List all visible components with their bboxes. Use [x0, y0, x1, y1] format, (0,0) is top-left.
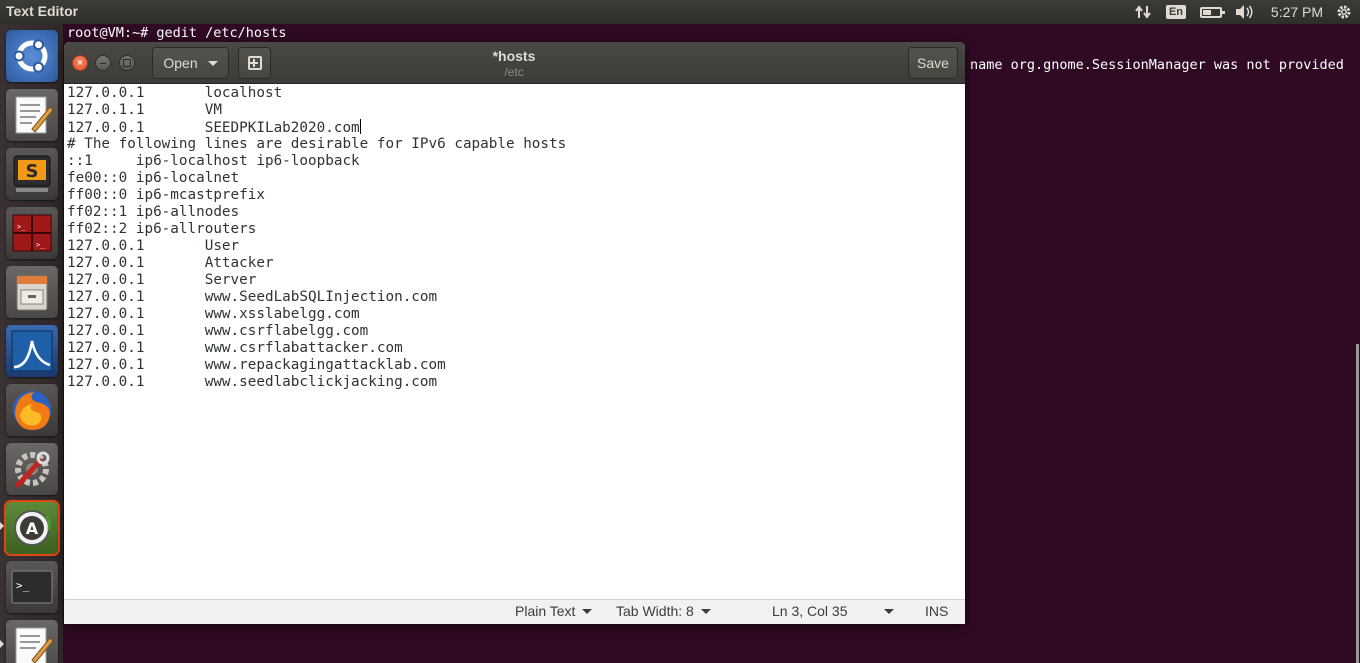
software-updater-icon: A: [14, 510, 51, 546]
save-button[interactable]: Save: [908, 47, 958, 79]
launcher-ubuntu-dash[interactable]: [6, 30, 58, 82]
gear-icon[interactable]: [1334, 0, 1354, 24]
text-editor-area[interactable]: 127.0.0.1 localhost 127.0.1.1 VM 127.0.0…: [64, 84, 965, 599]
language-label: Plain Text: [515, 603, 576, 619]
launcher: S >_ >_ A >_: [0, 24, 64, 663]
editor-line: # The following lines are desirable for …: [67, 136, 567, 152]
document-title: *hosts: [492, 48, 536, 64]
launcher-files[interactable]: [6, 266, 58, 318]
ubuntu-logo-icon: [13, 39, 48, 73]
editor-line: 127.0.0.1 localhost: [67, 85, 283, 101]
launcher-running-indicator: [0, 522, 4, 530]
editor-line: fe00::0 ip6-localnet: [67, 170, 240, 186]
insert-mode-label: INS: [925, 603, 949, 619]
status-bar: Plain Text Tab Width: 8 Ln 3, Col 35 INS: [64, 599, 965, 624]
chevron-down-icon: [883, 608, 894, 614]
network-transfer-icon[interactable]: [1132, 0, 1154, 24]
new-document-button[interactable]: [238, 47, 271, 79]
terminal-command-line: root@VM:~# gedit /etc/hosts: [67, 25, 287, 41]
open-button[interactable]: Open: [152, 47, 229, 79]
launcher-text-editor-2[interactable]: [6, 620, 58, 663]
editor-line: 127.0.0.1 Attacker: [67, 255, 274, 271]
headerbar: × Open *hosts /etc Save: [64, 42, 965, 84]
editor-line: 127.0.1.1 VM: [67, 102, 222, 118]
editor-line: 127.0.0.1 www.xsslabelgg.com: [67, 306, 360, 322]
launcher-firefox[interactable]: [6, 384, 58, 436]
text-editor-icon: [15, 627, 54, 663]
editor-line: 127.0.0.1 www.SeedLabSQLInjection.com: [67, 289, 438, 305]
editor-line: 127.0.0.1 www.seedlabclickjacking.com: [67, 374, 438, 390]
text-cursor: [359, 119, 361, 134]
app-title: Text Editor: [6, 3, 79, 19]
text-editor-icon: [15, 96, 54, 134]
firefox-icon: [13, 391, 51, 430]
launcher-running-indicator: [0, 640, 4, 648]
cursor-position-label: Ln 3, Col 35: [772, 603, 848, 619]
terminator-icon: >_ >_: [12, 214, 52, 252]
editor-line: ff02::1 ip6-allnodes: [67, 204, 240, 220]
editor-line: ::1 ip6-localhost ip6-loopback: [67, 153, 360, 169]
close-icon: ×: [76, 57, 84, 69]
maximize-window-button[interactable]: [119, 55, 135, 71]
svg-text:S: S: [26, 161, 39, 182]
svg-text:>_: >_: [36, 241, 45, 249]
launcher-text-editor[interactable]: [6, 89, 58, 141]
chevron-down-icon: [207, 60, 218, 66]
svg-text:>_: >_: [16, 579, 30, 592]
editor-line: 127.0.0.1 User: [67, 238, 240, 254]
top-panel: Text Editor En 5:27 PM: [0, 0, 1360, 24]
file-cabinet-icon: [16, 275, 48, 311]
launcher-system-settings[interactable]: [6, 443, 58, 495]
wireshark-fin-icon: [11, 330, 53, 372]
launcher-wireshark[interactable]: [6, 325, 58, 377]
chevron-down-icon: [582, 608, 593, 614]
clock-label: 5:27 PM: [1270, 4, 1324, 20]
keyboard-layout-indicator[interactable]: En: [1164, 0, 1188, 24]
cursor-position-selector[interactable]: Ln 3, Col 35: [772, 603, 894, 619]
svg-text:A: A: [26, 519, 39, 538]
language-selector[interactable]: Plain Text: [515, 603, 593, 619]
terminal-output-line: name org.gnome.SessionManager was not pr…: [970, 57, 1344, 73]
launcher-terminator[interactable]: >_ >_: [6, 207, 58, 259]
tab-width-label: Tab Width: 8: [616, 603, 694, 619]
document-path: /etc: [504, 65, 524, 79]
editor-line: 127.0.0.1 www.csrflabelgg.com: [67, 323, 369, 339]
minimize-window-button[interactable]: [95, 55, 111, 71]
editor-line-text: 127.0.0.1 SEEDPKILab2020.com: [67, 120, 360, 136]
svg-text:>_: >_: [17, 223, 26, 231]
editor-line-current: 127.0.0.1 SEEDPKILab2020.com: [67, 119, 361, 136]
clock[interactable]: 5:27 PM: [1266, 0, 1328, 24]
launcher-software-updater[interactable]: A: [4, 500, 60, 556]
sublime-text-icon: S: [13, 155, 51, 192]
insert-mode-indicator[interactable]: INS: [925, 603, 948, 619]
editor-line: 127.0.0.1 Server: [67, 272, 257, 288]
keyboard-layout-label: En: [1165, 5, 1187, 19]
settings-tools-icon: [15, 451, 50, 488]
open-button-label: Open: [163, 55, 198, 71]
close-window-button[interactable]: ×: [72, 55, 88, 71]
editor-line: ff00::0 ip6-mcastprefix: [67, 187, 265, 203]
battery-icon[interactable]: [1197, 0, 1225, 24]
terminal-scrollbar[interactable]: [1356, 344, 1359, 663]
tab-width-selector[interactable]: Tab Width: 8: [616, 603, 711, 619]
editor-line: 127.0.0.1 www.repackagingattacklab.com: [67, 357, 446, 373]
new-tab-icon: [247, 56, 262, 70]
editor-line: ff02::2 ip6-allrouters: [67, 221, 257, 237]
volume-icon[interactable]: [1232, 0, 1256, 24]
editor-line: 127.0.0.1 www.csrflabattacker.com: [67, 340, 403, 356]
launcher-sublime-text[interactable]: S: [6, 148, 58, 200]
chevron-down-icon: [700, 608, 711, 614]
gedit-window: × Open *hosts /etc Save 127.0.0.1 localh…: [64, 42, 965, 624]
terminal-icon: >_: [11, 570, 53, 604]
launcher-terminal[interactable]: >_: [6, 561, 58, 613]
